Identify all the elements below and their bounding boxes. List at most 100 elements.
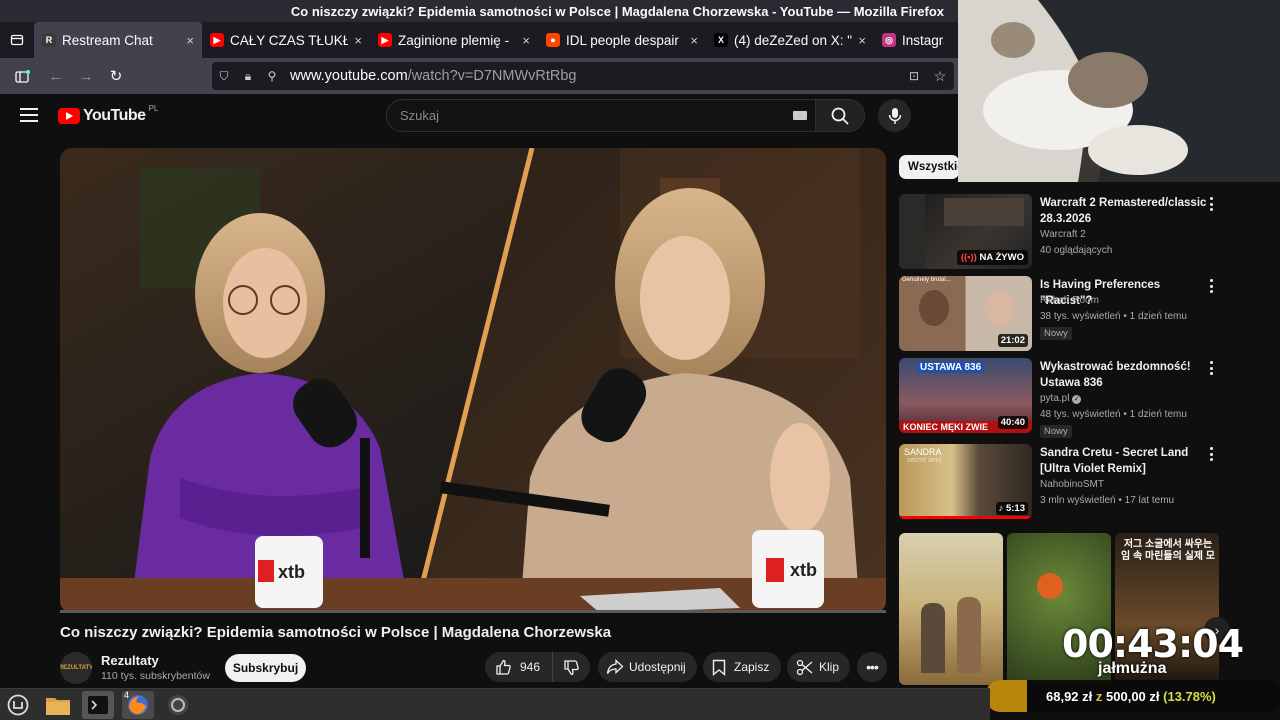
firefox-window-count-icon: 4	[124, 689, 130, 700]
thumbs-up-icon	[496, 659, 511, 675]
tab-close-icon[interactable]: ×	[684, 33, 698, 48]
youtube-logo[interactable]: YouTube PL	[58, 104, 158, 125]
tab-label: (4) deZeZed on X: "	[734, 32, 853, 48]
thumbnail-sub-text: secret land	[907, 457, 942, 464]
browser-tab[interactable]: X (4) deZeZed on X: " ×	[706, 22, 874, 58]
folder-icon	[46, 697, 70, 715]
filter-chip-all[interactable]: Wszystkie	[899, 155, 959, 179]
like-button[interactable]: 946	[485, 652, 553, 682]
video-thumbnail[interactable]: Genuinely brutal... 21:02	[899, 276, 1032, 351]
tab-close-icon[interactable]: ×	[180, 33, 194, 48]
donation-amount: 68,92 zł	[1046, 688, 1093, 704]
related-video-item[interactable]: SANDRA secret land ♪ 5:13 Sandra Cretu -…	[899, 444, 1221, 524]
related-video-meta: 48 tys. wyświetleń • 1 dzień temu	[1040, 409, 1187, 420]
more-vertical-icon[interactable]	[1209, 197, 1215, 214]
url-path: /watch?v=D7NMWvRtRbg	[407, 68, 577, 84]
video-thumbnail[interactable]: ((•)) NA ŻYWO	[899, 194, 1032, 269]
firefox-taskbar-button[interactable]: 4	[122, 689, 154, 719]
file-manager-button[interactable]	[42, 691, 74, 719]
search-icon	[831, 107, 849, 125]
screenshot-icon[interactable]: ⊡	[902, 69, 926, 83]
shield-icon[interactable]: ⛉	[212, 69, 236, 84]
obs-icon	[168, 694, 188, 715]
app-menu-button[interactable]	[2, 691, 34, 719]
clip-label: Klip	[819, 660, 840, 674]
new-badge: Nowy	[1040, 425, 1072, 438]
voice-search-button[interactable]	[878, 99, 911, 132]
clip-button[interactable]: Klip	[787, 652, 850, 682]
like-count: 946	[520, 660, 541, 674]
video-progress-bar[interactable]	[60, 610, 886, 613]
keyboard-icon[interactable]	[793, 111, 807, 120]
channel-avatar[interactable]: REZULTATY	[60, 652, 92, 684]
thumbs-down-icon	[563, 659, 579, 675]
related-video-channel[interactable]: NahobinoSMT	[1040, 477, 1104, 493]
address-bar[interactable]: ⛉ 🔒︎ ⚲ www.youtube.com/watch?v=D7NMWvRtR…	[212, 62, 954, 90]
more-vertical-icon[interactable]	[1209, 279, 1215, 296]
short-caption: 저그 소굴에서 싸우는 임 속 마린들의 실제 모	[1121, 539, 1215, 562]
related-video-channel[interactable]: Warcraft 2	[1040, 227, 1086, 243]
tabs-list-icon	[10, 34, 24, 46]
browser-tab[interactable]: R Restream Chat ×	[34, 22, 202, 58]
more-vertical-icon[interactable]	[1209, 361, 1215, 378]
tab-label: Restream Chat	[62, 32, 153, 48]
reload-button[interactable]: ↻	[102, 62, 130, 90]
subscribe-button[interactable]: Subskrybuj	[225, 654, 306, 682]
channel-name[interactable]: Rezultaty	[101, 653, 159, 668]
related-video-item[interactable]: USTAWA 836 KONIEC MĘKI ZWIE 40:40 Wykast…	[899, 358, 1221, 438]
subscriber-count: 110 tys. subskrybentów	[101, 670, 210, 682]
search-button[interactable]	[815, 99, 865, 132]
like-dislike-group: 946	[485, 652, 590, 682]
share-button[interactable]: Udostępnij	[598, 652, 697, 682]
sidebar-toggle-button[interactable]	[8, 62, 36, 90]
more-horizontal-icon: •••	[866, 659, 879, 675]
related-video-title[interactable]: Wykastrować bezdomność! Ustawa 836	[1040, 359, 1208, 391]
thumbnail-top-text: SANDRA	[904, 447, 942, 457]
donation-label: jałmużna	[1098, 660, 1167, 677]
save-button[interactable]: Zapisz	[703, 652, 781, 682]
os-taskbar: 4	[0, 688, 990, 720]
browser-tab[interactable]: ▶ CAŁY CZAS TŁUKŁO ×	[202, 22, 370, 58]
browser-tab[interactable]: ▶ Zaginione plemię - ×	[370, 22, 538, 58]
new-badge: Nowy	[1040, 327, 1072, 340]
permissions-icon[interactable]: ⚲	[260, 69, 284, 83]
forward-arrow-icon: →	[78, 67, 94, 85]
bookmark-star-icon[interactable]: ☆	[928, 68, 952, 85]
video-thumbnail[interactable]: USTAWA 836 KONIEC MĘKI ZWIE 40:40	[899, 358, 1032, 433]
tab-bar: R Restream Chat × ▶ CAŁY CZAS TŁUKŁO × ▶ Zagini…	[0, 22, 958, 58]
dislike-button[interactable]	[553, 652, 589, 682]
tab-close-icon[interactable]: ×	[852, 33, 866, 48]
lock-icon[interactable]: 🔒︎	[236, 69, 260, 84]
browser-tab[interactable]: ● IDL people despair ×	[538, 22, 706, 58]
url-text[interactable]: www.youtube.com/watch?v=D7NMWvRtRbg	[290, 68, 576, 84]
short-thumbnail[interactable]	[899, 533, 1003, 685]
related-video-channel[interactable]: pyta.pl ✓	[1040, 391, 1082, 407]
terminal-button[interactable]	[82, 690, 114, 719]
video-player[interactable]: xtb xtb	[60, 148, 886, 613]
forward-button[interactable]: →	[72, 62, 100, 90]
related-video-item[interactable]: Genuinely brutal... 21:02 Is Having Pref…	[899, 276, 1221, 356]
tab-close-icon[interactable]: ×	[348, 33, 362, 48]
back-button[interactable]: ←	[42, 62, 70, 90]
browser-tab[interactable]: ◎ Instagra	[874, 22, 952, 58]
x-icon: X	[714, 33, 728, 47]
related-video-item[interactable]: ((•)) NA ŻYWO Warcraft 2 Remastered/clas…	[899, 194, 1221, 274]
obs-button[interactable]	[162, 691, 194, 719]
more-actions-button[interactable]: •••	[857, 652, 887, 682]
more-vertical-icon[interactable]	[1209, 447, 1215, 464]
related-video-channel[interactable]: Rehab Room	[1040, 293, 1099, 309]
video-duration: ♪ 5:13	[995, 502, 1028, 515]
tab-label: CAŁY CZAS TŁUKŁO	[230, 32, 349, 48]
url-host: www.youtube.com	[290, 68, 408, 84]
video-thumbnail[interactable]: SANDRA secret land ♪ 5:13	[899, 444, 1032, 519]
related-video-title[interactable]: Sandra Cretu - Secret Land [Ultra Violet…	[1040, 445, 1208, 477]
thumbnail-caption: Genuinely brutal...	[902, 277, 951, 283]
search-input[interactable]: Szukaj	[386, 99, 816, 132]
tab-list-button[interactable]	[0, 22, 34, 58]
youtube-icon: ▶	[378, 33, 392, 47]
menu-hamburger-icon[interactable]	[20, 108, 38, 122]
mug-left-brand: xtb	[278, 562, 305, 582]
tab-close-icon[interactable]: ×	[516, 33, 530, 48]
donation-goal-text: 68,92 zł z 500,00 zł (13.78%)	[1046, 689, 1216, 704]
related-video-title[interactable]: Warcraft 2 Remastered/classic 28.3.2026	[1040, 195, 1208, 227]
